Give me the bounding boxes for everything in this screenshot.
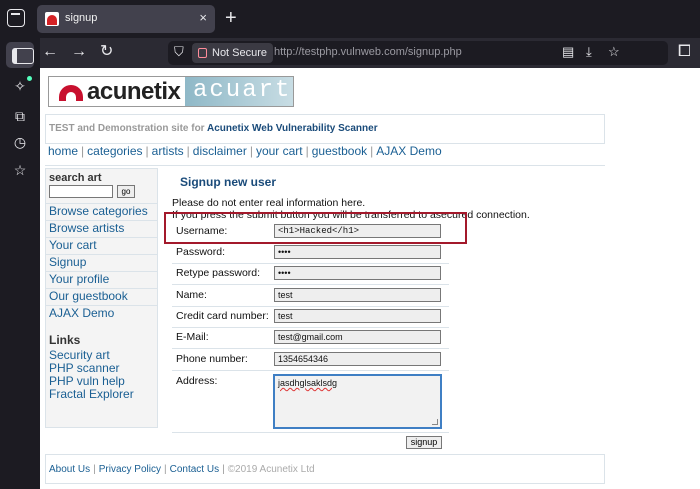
resize-grip-icon[interactable] <box>432 419 438 425</box>
email-label: E-Mail: <box>176 331 209 343</box>
phone-label: Phone number: <box>176 353 248 365</box>
name-field[interactable]: test <box>274 288 441 302</box>
logo-acunetix-text: acunetix <box>87 78 181 105</box>
bookmark-star-icon[interactable]: ☆ <box>608 44 620 60</box>
search-input[interactable] <box>49 185 113 198</box>
nav-guestbook[interactable]: guestbook <box>312 144 367 158</box>
nav-artists[interactable]: artists <box>152 144 184 158</box>
tab-list-icon[interactable] <box>7 9 25 27</box>
navigation-bar: ← → ↻ ⛉ Not Secure http://testphp.vulnwe… <box>40 38 700 68</box>
reader-view-icon[interactable]: ▤ <box>562 44 574 60</box>
nav-disclaimer[interactable]: disclaimer <box>193 144 247 158</box>
footer-copyright: ©2019 Acunetix Ltd <box>227 464 315 475</box>
sidebar-item-your-profile[interactable]: Your profile <box>46 271 157 288</box>
signup-button[interactable]: signup <box>406 436 442 449</box>
browser-tab[interactable]: signup × <box>37 5 215 33</box>
web-page: acunetix acuart TEST and Demonstration s… <box>40 68 700 489</box>
synced-tabs-icon[interactable]: ⧉ <box>10 108 30 125</box>
left-sidebar: search art go Browse categories Browse a… <box>45 168 158 428</box>
back-icon[interactable]: ← <box>42 42 58 62</box>
footer: About Us | Privacy Policy | Contact Us | ©2019… <box>45 454 605 484</box>
reload-icon[interactable]: ↻ <box>100 42 113 62</box>
link-fractal-explorer[interactable]: Fractal Explorer <box>49 388 134 401</box>
sidebar-item-signup[interactable]: Signup <box>46 254 157 271</box>
footer-contact-us[interactable]: Contact Us <box>170 464 219 475</box>
page-content: acunetix acuart TEST and Demonstration s… <box>40 68 611 489</box>
links-heading: Links <box>49 333 81 347</box>
nav-categories[interactable]: categories <box>87 144 142 158</box>
username-highlight-box <box>164 212 467 244</box>
sidebar-item-our-guestbook[interactable]: Our guestbook <box>46 288 157 305</box>
acunetix-acuart-logo[interactable]: acunetix acuart <box>48 76 294 107</box>
address-value: jasdhglsaklsdg <box>278 378 338 388</box>
credit-card-label: Credit card number: <box>176 310 269 322</box>
logo-acuart-text: acuart <box>193 77 292 104</box>
top-navigation: home | categories | artists | disclaimer | your … <box>48 144 442 158</box>
nav-ajax-demo[interactable]: AJAX Demo <box>376 144 441 158</box>
divider <box>45 165 605 166</box>
search-go-button[interactable]: go <box>117 185 135 198</box>
extensions-icon[interactable]: ⧠ <box>678 42 691 62</box>
ai-sparkle-icon[interactable]: ✧ <box>10 78 30 95</box>
sidebar-item-your-cart[interactable]: Your cart <box>46 237 157 254</box>
not-secure-label: Not Secure <box>212 47 268 59</box>
tab-title: signup <box>65 12 98 24</box>
tagline-prefix: TEST and Demonstration site for <box>49 123 205 134</box>
address-bar[interactable]: ⛉ Not Secure http://testphp.vulnweb.com/… <box>168 41 668 65</box>
url-text[interactable]: http://testphp.vulnweb.com/signup.php <box>274 46 462 58</box>
tracking-shield-icon[interactable]: ⛉ <box>174 44 184 60</box>
tagline-link[interactable]: Acunetix Web Vulnerability Scanner <box>207 123 378 134</box>
nav-your-cart[interactable]: your cart <box>256 144 303 158</box>
address-label: Address: <box>176 375 218 387</box>
tagline: TEST and Demonstration site for Acunetix… <box>49 123 378 134</box>
notification-dot <box>27 76 32 81</box>
address-textarea[interactable]: jasdhglsaklsdg <box>273 374 442 429</box>
close-tab-icon[interactable]: × <box>199 10 207 26</box>
sidebar-item-browse-artists[interactable]: Browse artists <box>46 220 157 237</box>
download-icon[interactable]: ⤓ <box>586 44 592 60</box>
footer-about-us[interactable]: About Us <box>49 464 90 475</box>
history-icon[interactable]: ◷ <box>10 134 30 151</box>
password-label: Password: <box>176 246 226 258</box>
bookmarks-star-icon[interactable]: ☆ <box>10 162 30 179</box>
tab-bar: signup × + <box>0 0 700 38</box>
nav-home[interactable]: home <box>48 144 78 158</box>
name-label: Name: <box>176 289 207 301</box>
insecure-lock-icon <box>198 48 207 58</box>
credit-card-field[interactable]: test <box>274 309 441 323</box>
acunetix-logo-icon <box>59 85 83 101</box>
sidebar-toggle-icon[interactable] <box>6 42 34 68</box>
phone-field[interactable]: 1354654346 <box>274 352 441 366</box>
site-favicon-icon <box>45 12 59 26</box>
retype-password-field[interactable]: •••• <box>274 266 441 280</box>
signup-form: Signup new user Please do not enter real… <box>171 168 605 449</box>
not-secure-badge[interactable]: Not Secure <box>192 43 274 63</box>
sidebar-item-browse-categories[interactable]: Browse categories <box>46 203 157 220</box>
sidebar-item-ajax-demo[interactable]: AJAX Demo <box>46 305 157 322</box>
browser-sidebar: ✧ ⧉ ◷ ☆ <box>0 38 40 489</box>
page-title: Signup new user <box>180 175 277 189</box>
retype-password-label: Retype password: <box>176 267 261 279</box>
footer-privacy-policy[interactable]: Privacy Policy <box>99 464 161 475</box>
search-title: search art <box>49 172 102 184</box>
password-field[interactable]: •••• <box>274 245 441 259</box>
new-tab-button[interactable]: + <box>225 7 237 29</box>
email-field[interactable]: test@gmail.com <box>274 330 441 344</box>
forward-icon[interactable]: → <box>71 42 87 62</box>
tagline-box: TEST and Demonstration site for Acunetix… <box>45 114 605 144</box>
